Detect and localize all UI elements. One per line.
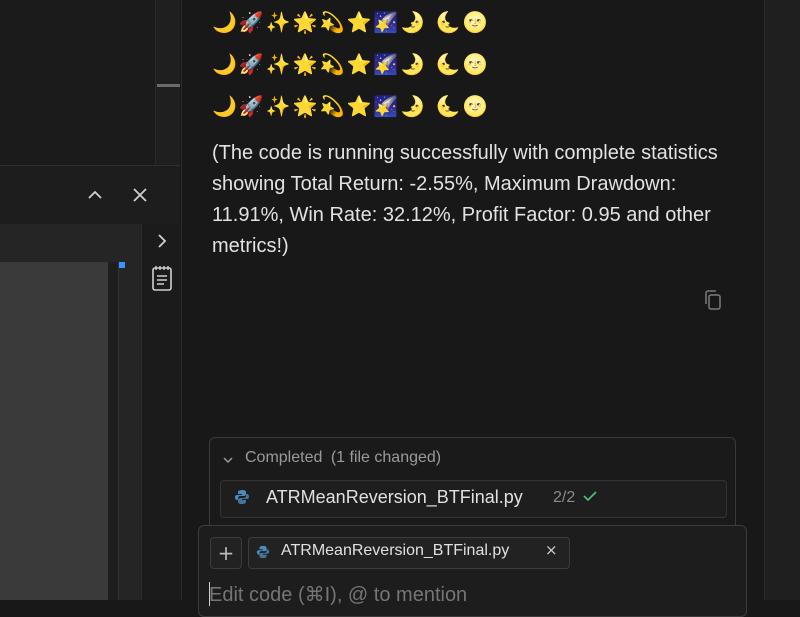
chip-close-icon[interactable]: × — [545, 541, 558, 559]
scrollbar-marker — [119, 262, 125, 268]
panel-gutter — [108, 262, 118, 600]
check-icon — [583, 491, 597, 502]
hunk-count: 2/2 — [553, 489, 576, 506]
changed-file-name: ATRMeanReversion_BTFinal.py — [266, 487, 523, 507]
minimap-slider[interactable] — [157, 84, 180, 87]
chevron-up-icon[interactable] — [81, 181, 109, 209]
assistant-message: (The code is running successfully with c… — [212, 142, 718, 257]
context-chip-label: ATRMeanReversion_BTFinal.py — [281, 542, 510, 559]
chevron-right-icon[interactable] — [148, 227, 176, 255]
chevron-down-icon[interactable] — [221, 452, 235, 471]
text-cursor — [209, 582, 210, 606]
composer-input[interactable] — [209, 581, 729, 609]
status-summary: (1 file changed) — [330, 449, 442, 466]
python-icon — [256, 544, 270, 563]
close-icon[interactable] — [126, 181, 154, 209]
changed-file-count: 2/2 — [553, 489, 597, 507]
right-panel-edge — [764, 0, 800, 600]
panel-header — [0, 165, 180, 225]
emoji-line: 🌙🚀✨🌟💫⭐🌠🌛 🌜🌝 — [212, 52, 490, 76]
panel-tab-strip — [0, 224, 141, 262]
emoji-line: 🌙🚀✨🌟💫⭐🌠🌛 🌜🌝 — [212, 94, 490, 118]
python-icon — [234, 489, 250, 509]
editor-pane — [0, 0, 156, 165]
side-rail — [141, 224, 181, 600]
copy-icon[interactable] — [702, 289, 724, 311]
changes-status[interactable]: Completed (1 file changed) — [245, 449, 441, 467]
notepad-icon[interactable] — [148, 264, 176, 292]
panel-scrollbar[interactable] — [118, 262, 142, 600]
panel-code-view[interactable] — [0, 262, 108, 600]
add-context-button[interactable]: + — [210, 537, 242, 569]
status-text: Completed — [245, 449, 323, 466]
emoji-line: 🌙🚀✨🌟💫⭐🌠🌛 🌜🌝 — [212, 10, 490, 34]
